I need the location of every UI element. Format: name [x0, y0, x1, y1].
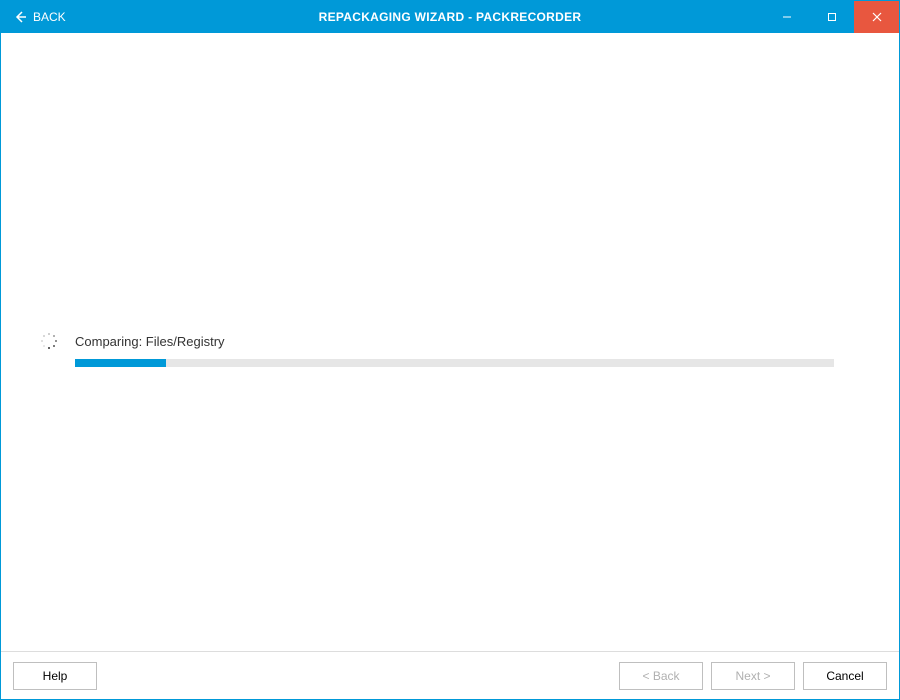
help-button[interactable]: Help	[13, 662, 97, 690]
wizard-back-button: < Back	[619, 662, 703, 690]
cancel-button[interactable]: Cancel	[803, 662, 887, 690]
footer: Help < Back Next > Cancel	[1, 651, 899, 699]
progress-row: Comparing: Files/Registry	[41, 333, 834, 349]
minimize-button[interactable]	[764, 1, 809, 33]
titlebar: BACK REPACKAGING WIZARD - PACKRECORDER	[1, 1, 899, 33]
window-controls	[764, 1, 899, 33]
wizard-next-button: Next >	[711, 662, 795, 690]
progress-section: Comparing: Files/Registry	[41, 333, 834, 367]
spinner-icon	[41, 333, 57, 349]
back-label: BACK	[33, 10, 66, 24]
close-icon	[872, 12, 882, 22]
minimize-icon	[782, 12, 792, 22]
back-button[interactable]: BACK	[1, 1, 78, 33]
progress-fill	[75, 359, 166, 367]
maximize-icon	[827, 12, 837, 22]
maximize-button[interactable]	[809, 1, 854, 33]
progress-bar	[75, 359, 834, 367]
status-text: Comparing: Files/Registry	[75, 334, 225, 349]
content-area: Comparing: Files/Registry	[1, 33, 899, 651]
close-button[interactable]	[854, 1, 899, 33]
window-title: REPACKAGING WIZARD - PACKRECORDER	[319, 10, 582, 24]
back-arrow-icon	[13, 10, 27, 24]
